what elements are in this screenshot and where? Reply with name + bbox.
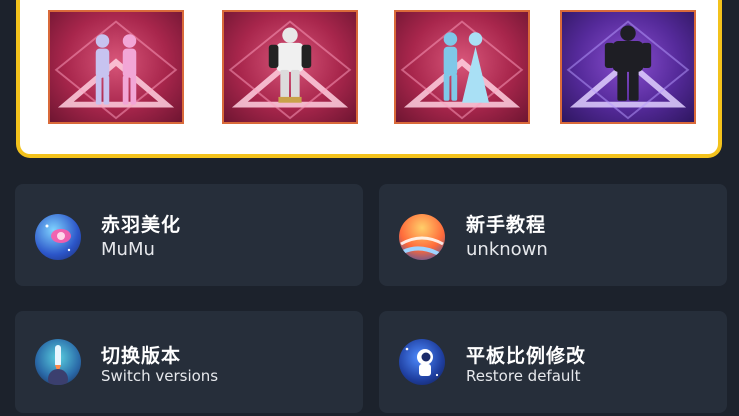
card-title: 平板比例修改 <box>466 345 587 367</box>
skin-thumb-dark-armor[interactable] <box>560 10 696 124</box>
dark-armor-skin-icon <box>566 20 690 120</box>
card-subtitle: Switch versions <box>101 367 219 385</box>
card-title: 新手教程 <box>466 214 547 236</box>
armored-suit-skin-icon <box>228 20 352 120</box>
card-subtitle: Restore default <box>466 367 581 385</box>
rocket-planet-icon <box>35 339 81 385</box>
planet-swirl-icon <box>35 214 81 260</box>
planet-ringed-icon <box>399 214 445 260</box>
card-chiyu-beautify[interactable]: 赤羽美化 MuMu <box>15 184 363 286</box>
skin-thumb-princess-duo[interactable] <box>394 10 530 124</box>
princess-duo-skin-icon <box>400 20 524 120</box>
duo-suits-skin-icon <box>54 20 178 120</box>
card-subtitle: MuMu <box>101 239 155 260</box>
skins-banner[interactable] <box>16 0 722 158</box>
astronaut-icon <box>399 339 445 385</box>
card-beginner-tutorial[interactable]: 新手教程 unknown <box>379 184 727 286</box>
card-tablet-ratio[interactable]: 平板比例修改 Restore default <box>379 311 727 413</box>
skin-thumb-armored-suit[interactable] <box>222 10 358 124</box>
card-switch-versions[interactable]: 切换版本 Switch versions <box>15 311 363 413</box>
card-title: 赤羽美化 <box>101 214 182 236</box>
skin-thumb-duo-suits[interactable] <box>48 10 184 124</box>
card-title: 切换版本 <box>101 345 182 367</box>
card-subtitle: unknown <box>466 239 548 260</box>
